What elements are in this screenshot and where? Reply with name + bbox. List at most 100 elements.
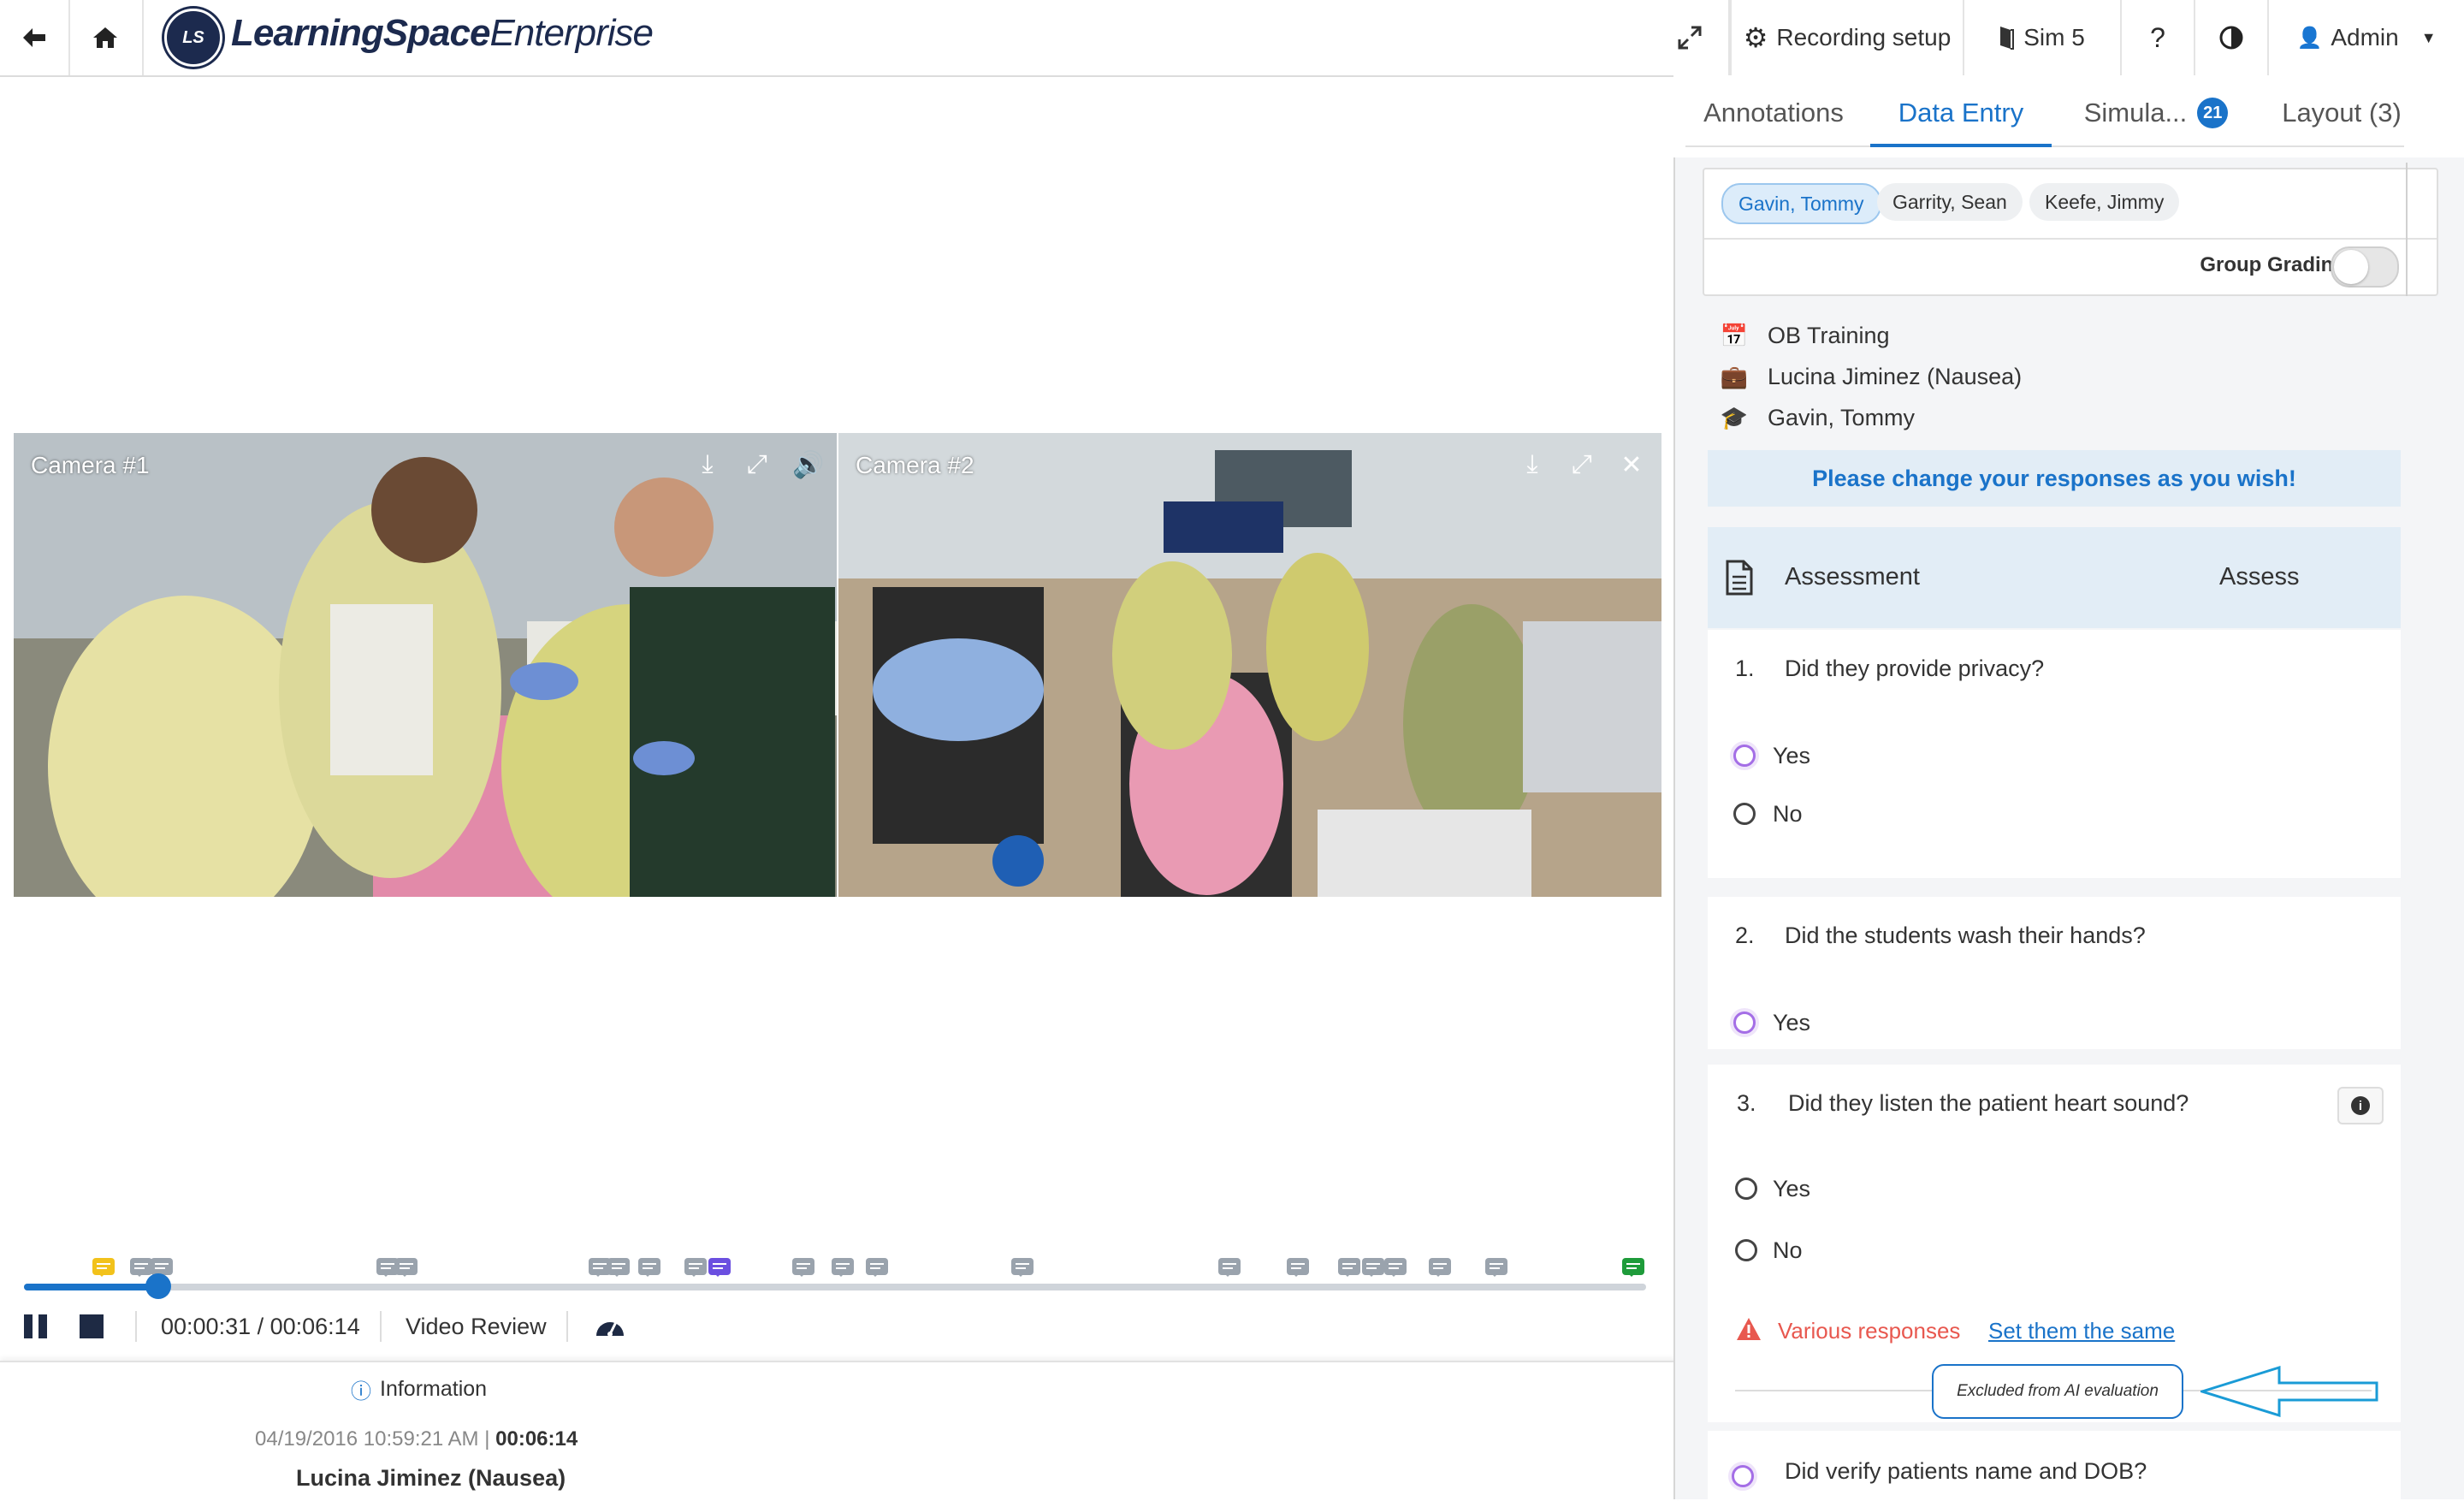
radio-no[interactable] — [1733, 803, 1756, 825]
tab-data-entry[interactable]: Data Entry — [1870, 82, 2052, 147]
logo-sub: Enterprise — [489, 12, 654, 54]
door-icon — [2000, 27, 2015, 50]
camera-1-view[interactable]: Camera #1 ⤓ ⤢ 🔊 — [14, 433, 837, 897]
annotation-marker[interactable] — [708, 1258, 731, 1277]
question-number: 2. — [1735, 923, 1755, 948]
annotation-marker[interactable] — [792, 1258, 814, 1277]
assessment-title: Assessment — [1785, 563, 1920, 590]
meta-case: 💼 Lucina Jiminez (Nausea) — [1720, 358, 2022, 395]
recording-setup-button[interactable]: ⚙ Recording setup — [1730, 0, 1964, 75]
annotation-marker[interactable] — [1429, 1258, 1451, 1277]
calendar-icon: 📅 — [1720, 322, 1749, 348]
annotation-marker[interactable] — [1338, 1258, 1360, 1277]
annotation-marker[interactable] — [638, 1258, 660, 1277]
tab-simulation-label: Simula... — [2083, 98, 2188, 128]
download-icon[interactable]: ⤓ — [1518, 450, 1547, 480]
option-label: Yes — [1773, 743, 1811, 768]
tab-annotations[interactable]: Annotations — [1685, 82, 1862, 144]
info-duration: 00:06:14 — [495, 1427, 578, 1451]
notice-banner: Please change your responses as you wish… — [1708, 450, 2401, 507]
info-icon: ⓘ — [351, 1380, 371, 1403]
option-label: Yes — [1773, 1010, 1811, 1035]
annotation-marker[interactable] — [832, 1258, 854, 1277]
student-chip-garrity[interactable]: Garrity, Sean — [1877, 183, 2023, 221]
gear-icon: ⚙ — [1743, 22, 1768, 53]
help-button[interactable]: ? — [2122, 0, 2195, 75]
info-circle-icon: i — [2351, 1096, 2370, 1115]
annotation-marker[interactable] — [130, 1258, 152, 1277]
chevron-down-icon: ▼ — [2420, 28, 2437, 46]
annotation-marker[interactable] — [1218, 1258, 1241, 1277]
set-same-link[interactable]: Set them the same — [1988, 1318, 2175, 1344]
annotation-marker[interactable] — [1622, 1258, 1644, 1277]
meta-learner: 🎓 Gavin, Tommy — [1720, 399, 1915, 436]
info-button[interactable]: i — [2337, 1087, 2384, 1124]
question-card-1: 1. Did they provide privacy? Yes No — [1708, 630, 2401, 878]
fullscreen-button[interactable] — [1651, 0, 1730, 75]
annotation-marker[interactable] — [1011, 1258, 1034, 1277]
contrast-button[interactable] — [2195, 0, 2269, 75]
annotation-marker[interactable] — [1362, 1258, 1384, 1277]
question-text: Did they provide privacy? — [1785, 656, 2045, 681]
radio-option[interactable] — [1732, 1465, 1754, 1487]
expand-icon[interactable]: ⤢ — [743, 450, 772, 480]
question-card-3: 3. Did they listen the patient heart sou… — [1708, 1065, 2401, 1422]
radio-yes[interactable] — [1733, 745, 1756, 767]
stop-button[interactable] — [79, 1301, 104, 1352]
camera-2-view[interactable]: Camera #2 ⤓ ⤢ ✕ — [838, 433, 1661, 897]
radio-yes[interactable] — [1735, 1178, 1757, 1200]
information-header[interactable]: ⓘ Information — [351, 1374, 487, 1404]
scrollbar[interactable] — [2406, 163, 2408, 296]
help-icon: ? — [2150, 21, 2165, 53]
timeline-progress — [24, 1284, 159, 1290]
annotation-marker[interactable] — [151, 1258, 173, 1277]
case-name: Lucina Jiminez (Nausea) — [1768, 363, 2023, 389]
info-separator: | — [484, 1427, 490, 1451]
option-label: No — [1773, 801, 1803, 827]
annotation-marker[interactable] — [607, 1258, 630, 1277]
info-datetime: 04/19/2016 10:59:21 AM — [255, 1427, 479, 1451]
annotation-marker[interactable] — [684, 1258, 707, 1277]
annotation-marker[interactable] — [1384, 1258, 1407, 1277]
annotation-marker[interactable] — [395, 1258, 418, 1277]
back-arrow-icon — [23, 28, 45, 47]
speed-button[interactable] — [594, 1301, 626, 1352]
app-logo: LearningSpaceEnterprise — [231, 12, 654, 55]
warning-icon — [1737, 1318, 1761, 1340]
student-chip-keefe[interactable]: Keefe, Jimmy — [2029, 183, 2180, 221]
simulation-count-badge: 21 — [2197, 98, 2229, 128]
excluded-ai-badge: Excluded from AI evaluation — [1932, 1364, 2183, 1419]
annotation-marker[interactable] — [866, 1258, 888, 1277]
annotation-marker[interactable] — [1485, 1258, 1507, 1277]
annotation-marker[interactable] — [1287, 1258, 1309, 1277]
expand-icon[interactable]: ⤢ — [1567, 450, 1596, 480]
annotation-marker[interactable] — [92, 1258, 115, 1277]
stop-icon — [80, 1314, 104, 1338]
camera-1-label: Camera #1 — [31, 452, 150, 478]
recording-setup-label: Recording setup — [1776, 24, 1952, 50]
home-button[interactable] — [68, 0, 144, 75]
mute-icon[interactable]: ✕ — [1617, 450, 1646, 480]
download-icon[interactable]: ⤓ — [693, 450, 722, 480]
user-menu[interactable]: 👤 Admin ▼ — [2269, 0, 2464, 75]
pause-button[interactable] — [22, 1301, 50, 1352]
sim-button[interactable]: Sim 5 — [1963, 0, 2122, 75]
divider — [1704, 238, 2437, 240]
timeline-track[interactable] — [24, 1273, 1646, 1299]
question-text: Did the students wash their hands? — [1785, 923, 2146, 948]
divider — [380, 1311, 382, 1342]
radio-yes[interactable] — [1733, 1012, 1756, 1034]
camera-2-label: Camera #2 — [856, 452, 974, 478]
tab-simulation[interactable]: Simula... 21 — [2057, 82, 2255, 144]
information-title: Information — [380, 1377, 488, 1401]
radio-no[interactable] — [1735, 1239, 1757, 1261]
volume-icon[interactable]: 🔊 — [792, 450, 824, 480]
info-scenario: Lucina Jiminez (Nausea) — [296, 1465, 566, 1491]
timeline-scrubber[interactable] — [145, 1273, 172, 1299]
student-chip-gavin[interactable]: Gavin, Tommy — [1721, 183, 1881, 224]
contrast-icon — [2219, 26, 2243, 50]
group-grading-toggle[interactable] — [2331, 246, 2399, 288]
back-button[interactable] — [0, 0, 70, 75]
document-icon — [1726, 560, 1753, 596]
tab-layout[interactable]: Layout (3) — [2254, 82, 2430, 144]
